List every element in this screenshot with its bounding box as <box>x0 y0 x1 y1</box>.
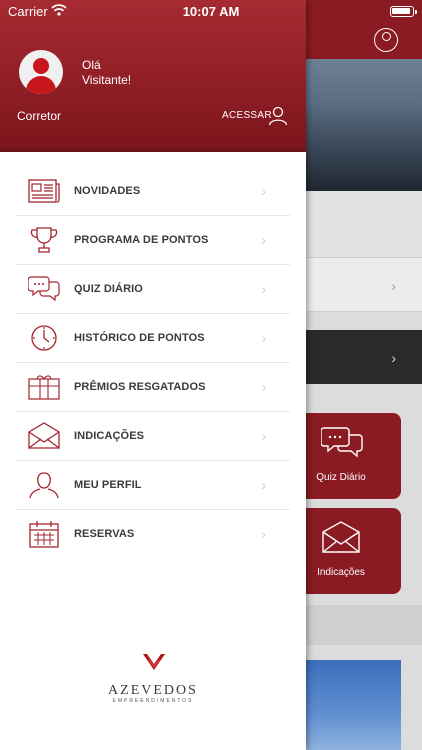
chevron-right-icon: › <box>261 477 266 493</box>
chevron-right-icon: › <box>261 379 266 395</box>
gift-icon <box>28 375 60 400</box>
avatar-body <box>26 76 56 94</box>
drawer-menu: NOVIDADES › PROGRAMA DE PONTOS › QUIZ DI… <box>16 167 290 559</box>
background-section <box>305 605 422 645</box>
envelope-icon <box>322 521 360 553</box>
chevron-right-icon: › <box>261 526 266 542</box>
menu-item-meu-perfil[interactable]: MEU PERFIL › <box>16 461 290 510</box>
menu-item-label: PRÊMIOS RESGATADOS <box>74 381 206 393</box>
quiz-tile-label: Quiz Diário <box>316 472 366 483</box>
greeting-name: Visitante! <box>82 73 132 87</box>
menu-item-label: RESERVAS <box>74 528 135 540</box>
avatar-head <box>33 58 49 74</box>
side-drawer: Olá Visitante! Corretor ACESSAR NOVIDADE… <box>0 0 306 750</box>
calendar-icon <box>29 521 59 548</box>
menu-item-label: NOVIDADES <box>74 185 141 197</box>
menu-item-indicacoes[interactable]: INDICAÇÕES › <box>16 412 290 461</box>
battery-icon <box>390 6 417 17</box>
user-icon <box>29 472 59 499</box>
chat-bubbles-icon <box>321 427 363 458</box>
menu-item-quiz-diario[interactable]: QUIZ DIÁRIO › <box>16 265 290 314</box>
menu-item-reservas[interactable]: RESERVAS › <box>16 510 290 559</box>
logo-subtitle: EMPREENDIMENTOS <box>112 698 194 704</box>
profile-icon[interactable] <box>374 28 398 52</box>
background-sky-image <box>305 660 401 750</box>
status-bar: Carrier 10:07 AM <box>0 0 422 24</box>
chevron-right-icon: › <box>261 183 266 199</box>
menu-item-premios-resgatados[interactable]: PRÊMIOS RESGATADOS › <box>16 363 290 412</box>
background-banner-image <box>305 59 422 191</box>
menu-item-label: PROGRAMA DE PONTOS <box>74 234 209 246</box>
logo-name: AZEVEDOS <box>108 683 198 698</box>
clock-label: 10:07 AM <box>182 4 240 19</box>
menu-item-label: QUIZ DIÁRIO <box>74 283 143 295</box>
chevron-right-icon: › <box>261 428 266 444</box>
menu-item-label: MEU PERFIL <box>74 479 142 491</box>
background-list-row[interactable]: › <box>305 257 422 312</box>
background-section <box>305 191 422 257</box>
logo-mark-icon <box>143 654 165 670</box>
chevron-right-icon: › <box>261 281 266 297</box>
background-list-row-dark[interactable]: › <box>305 330 422 384</box>
newspaper-icon <box>28 179 60 203</box>
avatar[interactable] <box>19 50 63 94</box>
menu-item-label: INDICAÇÕES <box>74 430 145 442</box>
chevron-right-icon: › <box>261 232 266 248</box>
indicacoes-tile-label: Indicações <box>317 567 365 578</box>
trophy-icon <box>30 227 58 253</box>
chevron-right-icon: › <box>391 278 396 294</box>
quiz-tile[interactable]: Quiz Diário <box>305 413 401 499</box>
access-button[interactable]: ACESSAR <box>222 110 272 121</box>
clock-icon <box>31 325 57 351</box>
chevron-right-icon: › <box>391 350 396 366</box>
greeting-hello: Olá <box>82 58 101 72</box>
chat-bubbles-icon <box>28 276 60 302</box>
envelope-icon <box>28 422 60 449</box>
indicacoes-tile[interactable]: Indicações <box>305 508 401 594</box>
user-login-icon[interactable] <box>268 106 288 126</box>
menu-item-programa-de-pontos[interactable]: PROGRAMA DE PONTOS › <box>16 216 290 265</box>
menu-item-novidades[interactable]: NOVIDADES › <box>16 167 290 216</box>
chevron-right-icon: › <box>261 330 266 346</box>
user-role: Corretor <box>17 109 62 123</box>
menu-item-label: HISTÓRICO DE PONTOS <box>74 332 205 344</box>
menu-item-historico-de-pontos[interactable]: HISTÓRICO DE PONTOS › <box>16 314 290 363</box>
